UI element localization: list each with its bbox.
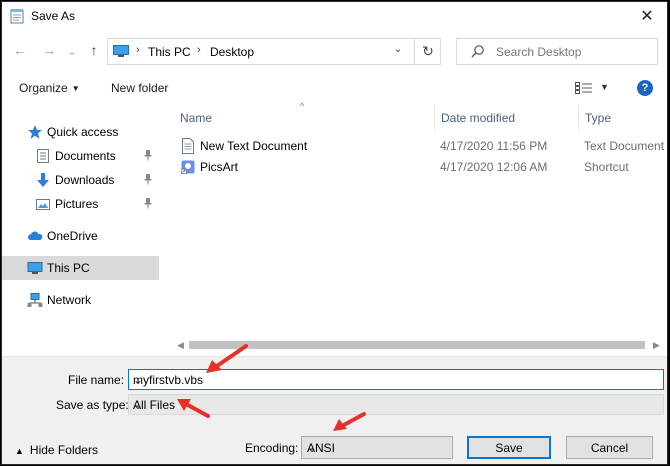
- search-icon: [471, 45, 484, 58]
- column-header-name[interactable]: Name: [180, 111, 212, 125]
- sidebar-item-network[interactable]: Network: [2, 288, 159, 312]
- sidebar-item-onedrive[interactable]: OneDrive: [2, 224, 159, 248]
- table-row[interactable]: PicsArt 4/17/2020 12:06 AM Shortcut: [163, 157, 667, 178]
- chevron-down-icon: ⌄: [307, 441, 318, 455]
- new-folder-button[interactable]: New folder: [111, 81, 168, 95]
- scroll-left-icon[interactable]: ◀: [177, 340, 184, 351]
- column-header-type[interactable]: Type: [585, 111, 611, 125]
- refresh-icon: ↻: [422, 43, 434, 59]
- recent-locations-button[interactable]: ⌄: [66, 42, 78, 62]
- documents-icon: [37, 149, 49, 163]
- search-input[interactable]: Search Desktop: [456, 38, 658, 65]
- column-divider[interactable]: [578, 104, 579, 130]
- caret-up-icon: ▲: [15, 446, 24, 456]
- file-name: PicsArt: [200, 160, 239, 174]
- column-header-row: ^ Name Date modified Type: [163, 101, 667, 130]
- file-date: 4/17/2020 11:56 PM: [440, 139, 548, 153]
- encoding-label: Encoding:: [245, 441, 299, 455]
- arrow-left-icon: ←: [13, 42, 27, 58]
- hide-folders-label: Hide Folders: [29, 443, 98, 457]
- pin-icon[interactable]: [143, 197, 153, 209]
- chevron-down-icon: ⌄: [133, 398, 144, 412]
- chevron-right-icon: ›: [136, 44, 140, 56]
- chevron-right-icon: ›: [197, 44, 201, 56]
- file-name-label: File name:: [68, 373, 125, 387]
- column-divider[interactable]: [434, 104, 435, 130]
- sidebar-item-label: Network: [47, 293, 92, 307]
- pin-icon[interactable]: [143, 149, 153, 161]
- refresh-button[interactable]: ↻: [414, 39, 441, 64]
- view-options-icon[interactable]: [575, 82, 593, 94]
- close-icon: ✕: [640, 8, 654, 25]
- view-dropdown-icon[interactable]: ▼: [600, 82, 609, 92]
- breadcrumb-desktop[interactable]: Desktop: [210, 45, 254, 59]
- organize-label: Organize: [19, 81, 68, 95]
- file-list: ^ Name Date modified Type New Text Docum…: [163, 101, 667, 356]
- help-label: ?: [641, 82, 649, 94]
- shortcut-icon: [181, 160, 195, 174]
- title-bar: Save As ✕: [2, 2, 667, 30]
- command-toolbar: Organize ▼ New folder ▼ ?: [2, 72, 667, 104]
- navigation-bar: ← → ⌄ ↑ › This PC › Desktop ⌄ ↻ Search D…: [2, 32, 667, 70]
- sidebar-item-label: Pictures: [55, 197, 99, 211]
- encoding-select[interactable]: ANSI ⌄: [301, 436, 453, 459]
- sidebar-item-quick-access[interactable]: Quick access: [2, 120, 159, 144]
- file-date: 4/17/2020 12:06 AM: [440, 160, 548, 174]
- caret-down-icon: ▼: [71, 84, 80, 94]
- table-row[interactable]: New Text Document 4/17/2020 11:56 PM Tex…: [163, 136, 667, 157]
- pictures-icon: [36, 199, 50, 210]
- notepad-icon: [10, 9, 24, 24]
- hide-folders-button[interactable]: ▲ Hide Folders: [15, 443, 98, 457]
- sidebar-item-label: This PC: [47, 261, 90, 275]
- address-dropdown-icon[interactable]: ⌄: [388, 44, 408, 60]
- sort-ascending-icon: ^: [300, 101, 305, 111]
- close-button[interactable]: ✕: [635, 5, 659, 27]
- network-icon: [27, 293, 43, 307]
- file-type: Text Document: [584, 139, 665, 153]
- sidebar-item-label: OneDrive: [47, 229, 98, 243]
- file-type: Shortcut: [584, 160, 629, 174]
- organize-menu[interactable]: Organize ▼: [19, 81, 80, 95]
- save-form: File name: myfirstvb.vbs ⌄ Save as type:…: [2, 356, 667, 464]
- computer-icon: [27, 262, 43, 274]
- back-button[interactable]: ←: [10, 40, 30, 60]
- sidebar-item-documents[interactable]: Documents: [2, 144, 159, 168]
- forward-button[interactable]: →: [39, 40, 59, 60]
- cloud-icon: [28, 231, 43, 240]
- sidebar-item-label: Documents: [55, 149, 116, 163]
- scrollbar-thumb[interactable]: [189, 341, 645, 349]
- save-type-label: Save as type:: [56, 398, 129, 412]
- sidebar-item-label: Quick access: [47, 125, 119, 139]
- arrow-right-icon: →: [42, 42, 56, 58]
- cancel-button[interactable]: Cancel: [566, 436, 653, 459]
- chevron-down-icon: ⌄: [67, 46, 77, 58]
- save-type-select[interactable]: All Files ⌄: [128, 394, 664, 415]
- arrow-up-icon: ↑: [90, 42, 98, 58]
- downloads-icon: [37, 173, 49, 187]
- up-button[interactable]: ↑: [84, 40, 104, 60]
- text-file-icon: [182, 138, 194, 154]
- horizontal-scrollbar[interactable]: ◀ ▶: [163, 337, 667, 354]
- address-bar[interactable]: › This PC › Desktop ⌄ ↻: [107, 38, 441, 65]
- chevron-down-icon[interactable]: ⌄: [133, 373, 659, 387]
- sidebar-item-pictures[interactable]: Pictures: [2, 192, 159, 216]
- file-name: New Text Document: [200, 139, 308, 153]
- save-button[interactable]: Save: [467, 436, 551, 459]
- breadcrumb-this-pc[interactable]: This PC: [148, 45, 191, 59]
- sidebar-item-downloads[interactable]: Downloads: [2, 168, 159, 192]
- help-icon[interactable]: ?: [637, 80, 653, 96]
- column-header-date-modified[interactable]: Date modified: [441, 111, 515, 125]
- sidebar-item-label: Downloads: [55, 173, 115, 187]
- sidebar-item-this-pc[interactable]: This PC: [2, 256, 159, 280]
- search-placeholder: Search Desktop: [496, 45, 582, 59]
- star-icon: [28, 125, 42, 139]
- computer-icon: [113, 45, 129, 57]
- window-title: Save As: [31, 9, 76, 23]
- navigation-pane: Quick access Documents Downloads Picture…: [2, 104, 159, 356]
- file-name-field[interactable]: myfirstvb.vbs ⌄: [128, 369, 664, 390]
- scroll-right-icon[interactable]: ▶: [653, 340, 660, 351]
- save-as-dialog: Save As ✕ ← → ⌄ ↑ › This PC › Desktop ⌄ …: [1, 1, 668, 465]
- pin-icon[interactable]: [143, 173, 153, 185]
